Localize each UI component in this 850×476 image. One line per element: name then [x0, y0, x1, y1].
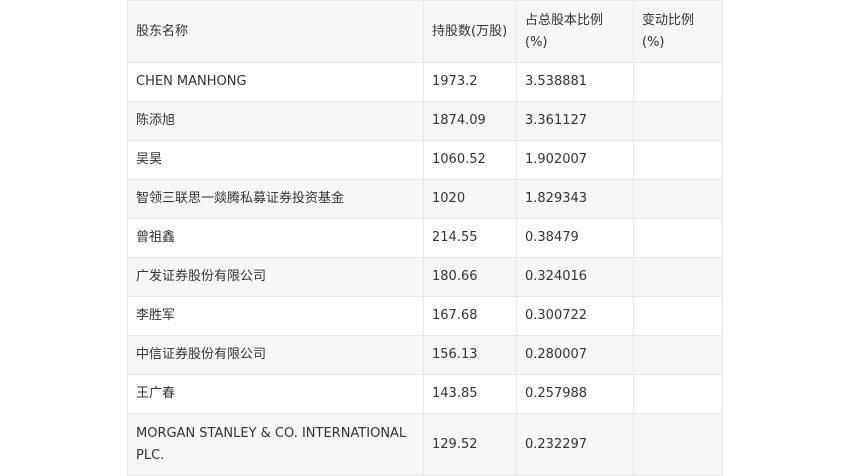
cell-ratio: 1.902007	[516, 140, 634, 180]
cell-change	[633, 257, 723, 297]
cell-ratio: 0.257988	[516, 374, 634, 414]
cell-ratio: 0.232297	[516, 413, 634, 476]
cell-name: 王广春	[127, 374, 424, 414]
table-header-row: 股东名称 持股数(万股) 占总股本比例(%) 变动比例(%)	[127, 0, 723, 63]
cell-name: 智领三联思一燚腾私募证券投资基金	[127, 179, 424, 219]
table-row: 李胜军 167.68 0.300722	[127, 296, 723, 336]
cell-change	[633, 218, 723, 258]
cell-ratio: 1.829343	[516, 179, 634, 219]
cell-shares: 156.13	[423, 335, 517, 375]
cell-change	[633, 296, 723, 336]
cell-ratio: 0.280007	[516, 335, 634, 375]
cell-change	[633, 140, 723, 180]
cell-shares: 1874.09	[423, 101, 517, 141]
cell-shares: 1060.52	[423, 140, 517, 180]
cell-change	[633, 374, 723, 414]
table-row: 王广春 143.85 0.257988	[127, 374, 723, 414]
cell-name: 曾祖鑫	[127, 218, 424, 258]
cell-shares: 129.52	[423, 413, 517, 476]
cell-name: 广发证券股份有限公司	[127, 257, 424, 297]
table-row: 智领三联思一燚腾私募证券投资基金 1020 1.829343	[127, 179, 723, 219]
table-row: 吴昊 1060.52 1.902007	[127, 140, 723, 180]
cell-shares: 1973.2	[423, 62, 517, 102]
table-row: 中信证券股份有限公司 156.13 0.280007	[127, 335, 723, 375]
cell-ratio: 0.300722	[516, 296, 634, 336]
table-row: 曾祖鑫 214.55 0.38479	[127, 218, 723, 258]
header-change-ratio: 变动比例(%)	[633, 0, 723, 63]
cell-ratio: 3.538881	[516, 62, 634, 102]
cell-name: 中信证券股份有限公司	[127, 335, 424, 375]
shareholder-table-container: 股东名称 持股数(万股) 占总股本比例(%) 变动比例(%) CHEN MANH…	[127, 0, 723, 476]
shareholder-table: 股东名称 持股数(万股) 占总股本比例(%) 变动比例(%) CHEN MANH…	[127, 0, 723, 476]
header-shareholder-name: 股东名称	[127, 0, 424, 63]
cell-ratio: 0.38479	[516, 218, 634, 258]
cell-change	[633, 335, 723, 375]
cell-change	[633, 101, 723, 141]
cell-change	[633, 179, 723, 219]
cell-name: MORGAN STANLEY & CO. INTERNATIONAL PLC.	[127, 413, 424, 476]
cell-change	[633, 413, 723, 476]
cell-name: 吴昊	[127, 140, 424, 180]
table-row: 陈添旭 1874.09 3.361127	[127, 101, 723, 141]
header-shares: 持股数(万股)	[423, 0, 517, 63]
cell-shares: 167.68	[423, 296, 517, 336]
cell-name: CHEN MANHONG	[127, 62, 424, 102]
cell-shares: 180.66	[423, 257, 517, 297]
cell-change	[633, 62, 723, 102]
cell-name: 李胜军	[127, 296, 424, 336]
cell-name: 陈添旭	[127, 101, 424, 141]
cell-shares: 214.55	[423, 218, 517, 258]
table-row: MORGAN STANLEY & CO. INTERNATIONAL PLC. …	[127, 413, 723, 476]
table-row: 广发证券股份有限公司 180.66 0.324016	[127, 257, 723, 297]
cell-ratio: 3.361127	[516, 101, 634, 141]
header-share-ratio: 占总股本比例(%)	[516, 0, 634, 63]
cell-shares: 1020	[423, 179, 517, 219]
cell-ratio: 0.324016	[516, 257, 634, 297]
table-row: CHEN MANHONG 1973.2 3.538881	[127, 62, 723, 102]
cell-shares: 143.85	[423, 374, 517, 414]
